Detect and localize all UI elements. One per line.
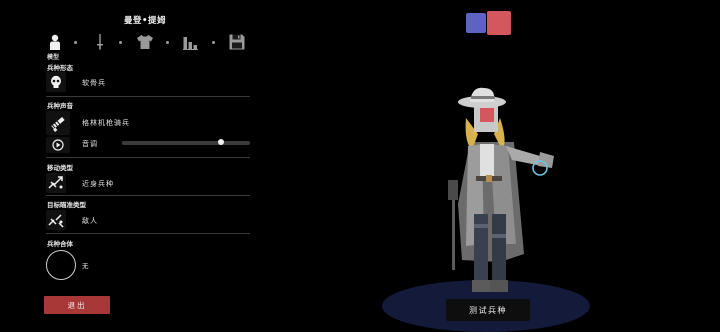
gun-icon	[51, 116, 65, 132]
section-label-combine: 兵种合体	[47, 240, 73, 248]
divider	[46, 233, 250, 234]
target-icon	[48, 214, 64, 228]
editor-tabs	[46, 33, 256, 53]
voice-value: 格林机枪骑兵	[82, 119, 130, 127]
tab-stats[interactable]	[182, 33, 200, 51]
pitch-slider-knob[interactable]	[217, 139, 224, 145]
tab-clothing[interactable]	[136, 33, 154, 51]
tab-save[interactable]	[228, 33, 246, 51]
person-icon	[50, 34, 60, 50]
stats-icon	[183, 37, 198, 50]
skull-icon	[51, 75, 61, 88]
pitch-slider[interactable]	[122, 139, 250, 145]
melee-icon	[48, 176, 63, 189]
divider	[46, 157, 250, 158]
voice-selector[interactable]	[46, 111, 70, 135]
tab-separator	[74, 41, 77, 44]
tab-separator	[166, 41, 169, 44]
unit-name-title: 曼登•提姆	[124, 16, 166, 26]
section-label-form: 兵种形态	[47, 64, 73, 72]
tab-separator	[119, 41, 122, 44]
tab-weapon[interactable]	[91, 33, 109, 51]
play-voice-button[interactable]	[46, 137, 70, 153]
form-value: 软骨兵	[82, 79, 106, 87]
primary-color-swatch[interactable]	[466, 13, 486, 33]
combine-value: 无	[82, 262, 90, 270]
movement-selector[interactable]	[46, 173, 66, 193]
divider	[46, 96, 250, 97]
section-label-voice: 兵种声音	[47, 102, 73, 110]
active-tab-label: 模型	[47, 54, 60, 61]
target-selector[interactable]	[46, 210, 66, 230]
unit-character-model[interactable]	[430, 84, 570, 300]
tab-model[interactable]	[46, 33, 64, 51]
play-icon	[52, 139, 64, 151]
tab-separator	[212, 41, 215, 44]
section-label-movement: 移动类型	[47, 164, 73, 172]
combine-slot[interactable]	[46, 250, 76, 280]
movement-value: 近身兵种	[82, 180, 114, 188]
section-label-target: 目标瞄准类型	[47, 201, 86, 209]
exit-button[interactable]: 退出	[44, 296, 110, 314]
divider	[46, 195, 250, 196]
secondary-color-swatch[interactable]	[487, 11, 511, 35]
target-value: 敌人	[82, 217, 98, 225]
shirt-icon	[137, 35, 153, 49]
save-icon	[229, 34, 245, 50]
form-selector[interactable]	[46, 72, 66, 92]
pitch-label: 音调	[82, 140, 98, 148]
test-unit-button[interactable]: 测试兵种	[446, 299, 530, 321]
unit-editor-panel: 曼登•提姆 模型 兵种形态 软骨兵 兵种声音 格林机枪骑兵 音调 移动类型 近身…	[0, 0, 262, 332]
sword-icon	[97, 34, 103, 50]
